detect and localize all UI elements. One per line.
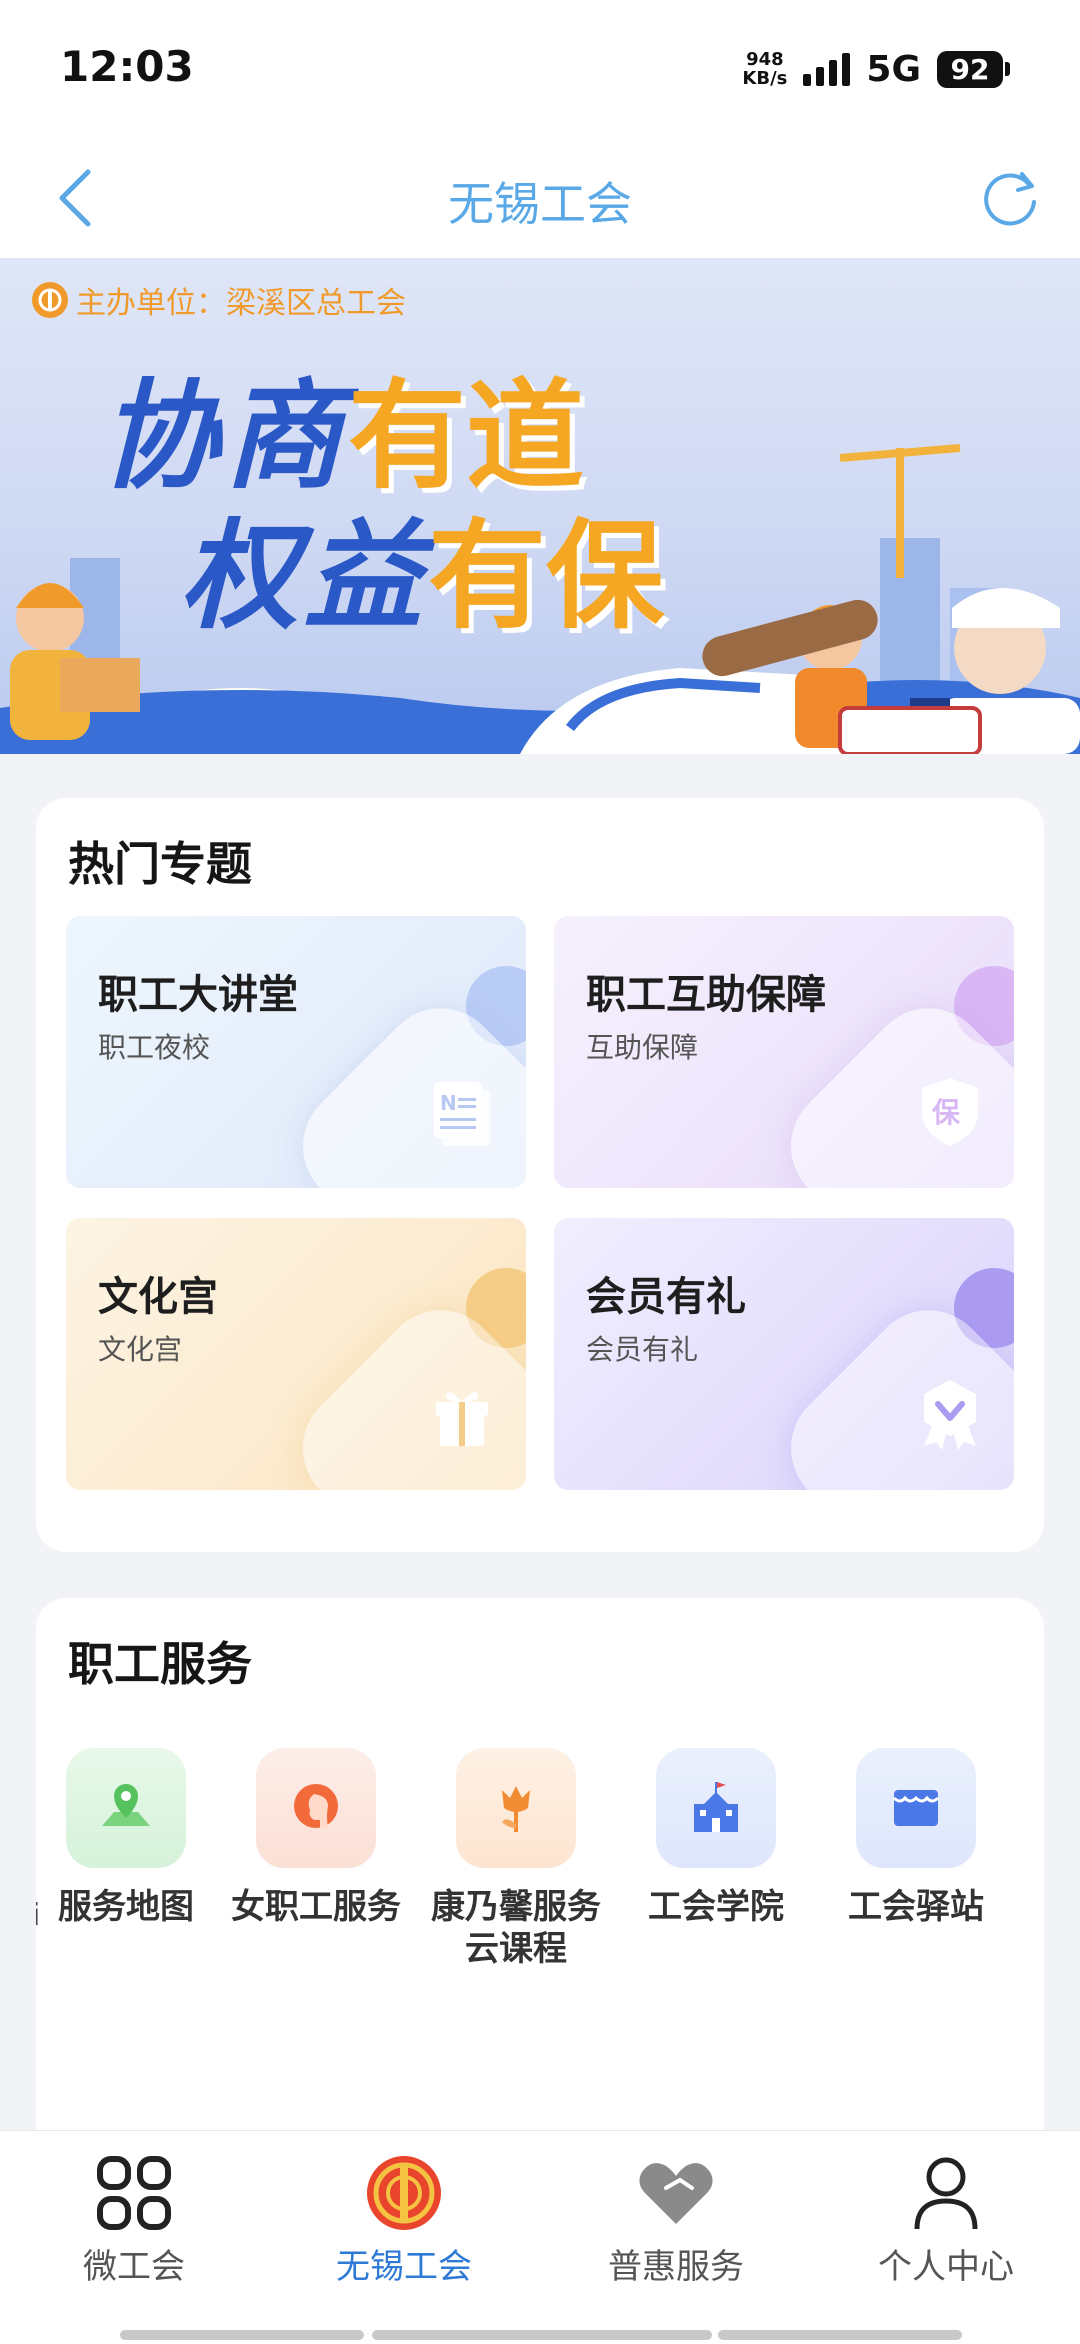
banner-headline-1-gold: 有道 — [348, 367, 585, 505]
app-header: 无锡工会 — [0, 140, 1080, 258]
carnation-icon — [456, 1748, 576, 1868]
home-indicator — [718, 2330, 962, 2340]
topic-tile-member-gifts[interactable]: 会员有礼 会员有礼 — [554, 1218, 1014, 1490]
status-indicators: 948 KB/s 5G 92 — [742, 44, 1010, 94]
nav-item-benefits[interactable]: 普惠服务 — [556, 2153, 796, 2288]
service-label-line2: 云课程 — [465, 1929, 567, 1969]
newspaper-icon: N — [434, 1082, 490, 1146]
grid-icon — [89, 2153, 179, 2233]
gift-icon — [436, 1392, 488, 1446]
services-scroller[interactable]: i 服务地图 女职工服务 康乃馨服务 云课程 工会学院 工会驿站 — [36, 1748, 1044, 1988]
service-item-union-academy[interactable]: 工会学院 — [616, 1748, 816, 1928]
banner-illustration — [0, 444, 1080, 754]
nav-label: 微工会 — [83, 2247, 185, 2287]
union-logo-icon — [359, 2153, 449, 2233]
nav-label: 个人中心 — [878, 2247, 1014, 2287]
banner-sponsor-text: 主办单位：梁溪区总工会 — [76, 286, 406, 321]
network-speed-value: 948 — [746, 49, 784, 70]
service-item-map[interactable]: 服务地图 — [36, 1748, 216, 1928]
status-time: 12:03 — [60, 42, 194, 91]
page-title: 无锡工会 — [448, 177, 632, 231]
battery-icon: 92 — [937, 50, 1010, 88]
refresh-button[interactable] — [970, 158, 1050, 238]
service-label: 工会学院 — [648, 1887, 784, 1927]
hot-topics-card: 热门专题 职工大讲堂 职工夜校 N 职工互助保障 互助保障 保 文化宫 文化宫 — [36, 798, 1044, 1552]
svg-text:保: 保 — [932, 1096, 961, 1129]
badge-icon — [924, 1380, 976, 1450]
service-item-women[interactable]: 女职工服务 — [216, 1748, 416, 1928]
union-logo-icon — [32, 282, 68, 318]
banner-headline-2-calligraphy: 权益 — [180, 506, 429, 645]
service-label: 女职工服务 — [231, 1887, 401, 1927]
service-label: 工会驿站 — [848, 1887, 984, 1927]
person-icon — [901, 2153, 991, 2233]
status-bar: 12:03 948 KB/s 5G 92 — [0, 0, 1080, 140]
station-icon — [856, 1748, 976, 1868]
nav-label: 普惠服务 — [608, 2247, 744, 2287]
nav-item-micro-union[interactable]: 微工会 — [14, 2153, 254, 2288]
banner-headline-2: 权益有保 — [180, 516, 664, 637]
battery-level: 92 — [937, 50, 1003, 88]
topic-tile-title: 职工互助保障 — [586, 972, 826, 1018]
banner-headline-1-calligraphy: 协商 — [100, 366, 349, 505]
bottom-navigation: 微工会 无锡工会 普惠服务 个人中心 — [0, 2130, 1080, 2344]
home-indicator — [120, 2330, 364, 2340]
promo-banner[interactable]: 主办单位：梁溪区总工会 协商有道 权益有保 — [0, 258, 1080, 754]
service-label-line1: 康乃馨服务 — [431, 1887, 601, 1927]
heart-icon — [631, 2153, 721, 2233]
section-title: 热门专题 — [68, 837, 252, 891]
service-item-carnation-course[interactable]: 康乃馨服务 云课程 — [416, 1748, 616, 1970]
network-speed-unit: KB/s — [742, 68, 788, 89]
service-item-union-station[interactable]: 工会驿站 — [816, 1748, 1016, 1928]
topic-tile-subtitle: 会员有礼 — [586, 1333, 699, 1366]
section-title: 职工服务 — [68, 1637, 252, 1691]
topic-tile-culture-palace[interactable]: 文化宫 文化宫 — [66, 1218, 526, 1490]
service-label: 康乃馨服务 云课程 — [416, 1886, 616, 1970]
banner-sponsor: 主办单位：梁溪区总工会 — [32, 278, 406, 322]
banner-headline-2-gold: 有保 — [428, 507, 665, 645]
service-label: 服务地图 — [58, 1887, 194, 1927]
topic-tile-title: 文化宫 — [98, 1274, 218, 1320]
woman-profile-icon — [256, 1748, 376, 1868]
nav-item-wuxi-union[interactable]: 无锡工会 — [284, 2153, 524, 2288]
refresh-icon — [984, 172, 1036, 226]
signal-icon — [803, 52, 851, 86]
topic-tile-subtitle: 互助保障 — [586, 1031, 699, 1064]
topic-tile-subtitle: 文化宫 — [98, 1333, 183, 1366]
topic-tile-subtitle: 职工夜校 — [98, 1031, 211, 1064]
topic-tile-mutual-aid[interactable]: 职工互助保障 互助保障 保 — [554, 916, 1014, 1188]
topic-tile-lecture-hall[interactable]: 职工大讲堂 职工夜校 N — [66, 916, 526, 1188]
shield-icon: 保 — [922, 1078, 978, 1146]
topic-tile-title: 会员有礼 — [586, 1274, 746, 1320]
topic-tile-title: 职工大讲堂 — [98, 972, 298, 1018]
nav-label: 无锡工会 — [336, 2247, 472, 2287]
network-type: 5G — [866, 48, 921, 90]
school-icon — [656, 1748, 776, 1868]
banner-headline-1: 协商有道 — [100, 376, 584, 497]
svg-text:N: N — [440, 1091, 457, 1115]
home-indicator — [372, 2330, 712, 2340]
nav-item-profile[interactable]: 个人中心 — [826, 2153, 1066, 2288]
network-speed: 948 KB/s — [742, 50, 787, 88]
map-pin-icon — [66, 1748, 186, 1868]
